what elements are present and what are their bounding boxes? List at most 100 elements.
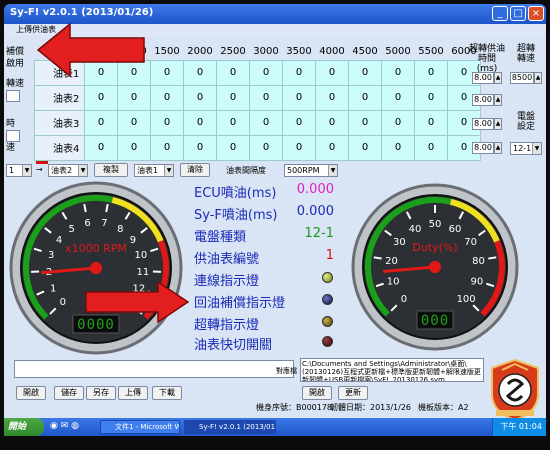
map-cell[interactable]: 0 <box>381 109 415 136</box>
gauge-tick-label: 3 <box>48 250 54 261</box>
spin-arrows[interactable]: ▲ <box>534 72 542 84</box>
map-select-src[interactable]: 油表2 ▼ <box>48 164 88 177</box>
map-cell[interactable]: 0 <box>315 84 349 111</box>
map-cell[interactable]: 0 <box>216 134 250 161</box>
spin-arrows[interactable]: ▲ <box>494 94 502 106</box>
ecu-injection-value: 0.000 <box>296 182 334 197</box>
overrev-rpm-input[interactable]: 8500 <box>510 72 534 84</box>
save-as-button[interactable]: 另存 <box>86 386 116 400</box>
firmware-path-field[interactable]: C:\Documents and Settings\Administrator\… <box>300 358 484 382</box>
map-select-0[interactable]: 1 ▼ <box>6 164 32 177</box>
system-tray-clock: 下午 01:04 <box>492 418 546 436</box>
gauge-unit-label: x1000 RPM <box>65 242 127 255</box>
side-spin-1[interactable] <box>6 90 20 102</box>
syf-injection-label: Sy-F噴油(ms) <box>194 208 278 223</box>
rpm-header: 2000 <box>183 44 217 60</box>
map-cell[interactable]: 0 <box>249 109 283 136</box>
map-cell[interactable]: 0 <box>216 59 250 86</box>
map-cell[interactable]: 0 <box>117 109 151 136</box>
map-cell[interactable]: 0 <box>414 134 448 161</box>
map-cell[interactable]: 0 <box>348 84 382 111</box>
map-cell[interactable]: 0 <box>282 109 316 136</box>
taskbar-item-word[interactable]: 文件1 - Microsoft Word <box>100 420 180 434</box>
map-cell[interactable]: 0 <box>183 59 217 86</box>
overrev-time-2[interactable]: 8.00 <box>472 94 494 106</box>
duty-gauge: 010 20 3040 50 6070 80 90 100 Duty(%) 000 <box>351 183 519 351</box>
firmware-update-button[interactable]: 更新 <box>338 386 368 400</box>
open-button[interactable]: 開啟 <box>16 386 46 400</box>
map-select-dst[interactable]: 油表1 ▼ <box>134 164 174 177</box>
rpm-header: 5000 <box>381 44 415 60</box>
overrev-time-4[interactable]: 8.00 <box>472 142 494 154</box>
close-button[interactable]: × <box>528 6 544 21</box>
map-cell[interactable]: 0 <box>381 84 415 111</box>
map-cell[interactable]: 0 <box>216 109 250 136</box>
taskbar-item-syf[interactable]: Sy-F! v2.0.1 (2013/01/... <box>184 420 276 434</box>
map-cell[interactable]: 0 <box>117 134 151 161</box>
gauge-hub <box>429 261 441 273</box>
red-arrow-icon <box>36 22 145 78</box>
overrev-time-header: 超轉供油 時間(ms) <box>468 44 505 74</box>
minimize-button[interactable]: _ <box>492 6 508 21</box>
map-cell[interactable]: 0 <box>414 84 448 111</box>
map-cell[interactable]: 0 <box>249 84 283 111</box>
map-cell[interactable]: 0 <box>249 134 283 161</box>
ignition-type-label: 電盤種類 <box>194 230 247 245</box>
ignition-setting-label: 電盤 設定 <box>516 112 535 132</box>
maximize-button[interactable]: □ <box>510 6 526 21</box>
map-cell[interactable]: 0 <box>315 59 349 86</box>
clear-button[interactable]: 清除 <box>180 163 210 177</box>
map-switch-label: 油表快切開關 <box>194 338 273 353</box>
map-cell[interactable]: 0 <box>84 109 118 136</box>
spin-arrows[interactable]: ▲ <box>494 72 502 84</box>
map-cell[interactable]: 0 <box>117 84 151 111</box>
save-button[interactable]: 儲存 <box>54 386 84 400</box>
scale-select[interactable]: 500RPM ▼ <box>284 164 338 177</box>
map-cell[interactable]: 0 <box>150 84 184 111</box>
map-cell[interactable]: 0 <box>84 134 118 161</box>
map-cell[interactable]: 0 <box>348 134 382 161</box>
ignition-setting-select[interactable]: 12-1 ▼ <box>510 142 542 155</box>
map-cell[interactable]: 0 <box>150 134 184 161</box>
gauge-tick-label: 40 <box>409 224 422 235</box>
map-cell[interactable]: 0 <box>84 84 118 111</box>
map-cell[interactable]: 0 <box>381 59 415 86</box>
start-button[interactable]: 開始 <box>4 418 44 436</box>
map-row-label[interactable]: 油表2 <box>34 84 85 111</box>
map-cell[interactable]: 0 <box>216 84 250 111</box>
spin-arrows[interactable]: ▲ <box>494 118 502 130</box>
map-cell[interactable]: 0 <box>282 59 316 86</box>
map-cell[interactable]: 0 <box>282 84 316 111</box>
map-cell[interactable]: 0 <box>348 59 382 86</box>
download-button[interactable]: 下載 <box>152 386 182 400</box>
upload-button[interactable]: 上傳 <box>118 386 148 400</box>
firmware-date: 韌體日期：2013/1/26 <box>330 403 412 412</box>
copy-button[interactable]: 複製 <box>94 163 128 177</box>
map-cell[interactable]: 0 <box>183 84 217 111</box>
overrev-rpm-header: 超轉 轉速 <box>516 44 535 64</box>
gauge-tick <box>488 256 497 260</box>
map-cell[interactable]: 0 <box>249 59 283 86</box>
map-cell[interactable]: 0 <box>348 109 382 136</box>
map-number-value: 1 <box>325 248 334 263</box>
overrev-time-3[interactable]: 8.00 <box>472 118 494 130</box>
side-spin-2[interactable] <box>6 130 20 142</box>
map-cell[interactable]: 0 <box>414 109 448 136</box>
map-cell[interactable]: 0 <box>282 134 316 161</box>
map-cell[interactable]: 0 <box>315 109 349 136</box>
map-row-label[interactable]: 油表3 <box>34 109 85 136</box>
map-cell[interactable]: 0 <box>315 134 349 161</box>
map-row-label[interactable]: 油表4 <box>34 134 85 161</box>
compensation-lamp-icon <box>322 294 333 305</box>
firmware-open-button[interactable]: 開啟 <box>302 386 332 400</box>
brand-logo-icon <box>491 358 539 422</box>
overrev-time-1[interactable]: 8.00 <box>472 72 494 84</box>
map-cell[interactable]: 0 <box>381 134 415 161</box>
message-box[interactable] <box>14 360 294 378</box>
map-cell[interactable]: 0 <box>150 109 184 136</box>
map-cell[interactable]: 0 <box>150 59 184 86</box>
spin-arrows[interactable]: ▲ <box>494 142 502 154</box>
map-cell[interactable]: 0 <box>183 134 217 161</box>
map-cell[interactable]: 0 <box>183 109 217 136</box>
map-cell[interactable]: 0 <box>414 59 448 86</box>
